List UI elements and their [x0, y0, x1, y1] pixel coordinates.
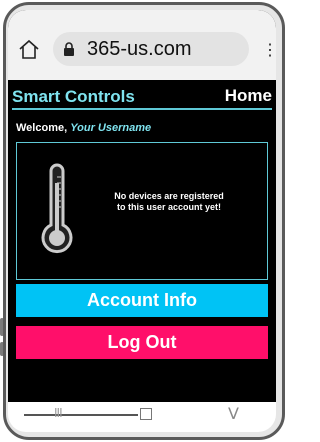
url-field[interactable]: 365-us.com: [53, 32, 249, 66]
no-devices-line-2: to this user account yet!: [116, 202, 222, 212]
no-devices-message: No devices are registered to this user a…: [79, 191, 259, 213]
nav-divider: [24, 414, 138, 416]
welcome-message: Welcome, Your Username: [16, 122, 151, 134]
home-icon[interactable]: [18, 38, 40, 60]
thermometer-icon: [41, 163, 73, 254]
account-info-button[interactable]: Account Info: [16, 284, 268, 317]
lock-icon: [64, 42, 74, 56]
home-link[interactable]: Home: [225, 86, 272, 106]
app-header: Smart Controls Home: [12, 86, 272, 110]
app-title: Smart Controls: [12, 87, 135, 106]
device-panel: No devices are registered to this user a…: [16, 142, 268, 280]
url-text: 365-us.com: [87, 38, 192, 60]
more-menu-icon[interactable]: ⋮: [262, 42, 276, 60]
browser-address-bar: 365-us.com ⋮: [8, 10, 276, 80]
screen: 365-us.com ⋮ Smart Controls Home Welcome…: [8, 10, 276, 402]
welcome-label: Welcome,: [16, 122, 71, 134]
recent-apps-icon[interactable]: III: [54, 406, 63, 420]
home-square-icon[interactable]: [140, 408, 152, 420]
no-devices-line-1: No devices are registered: [114, 191, 224, 201]
phone-frame: 365-us.com ⋮ Smart Controls Home Welcome…: [0, 0, 289, 442]
back-chevron-icon[interactable]: V: [228, 404, 239, 423]
log-out-button[interactable]: Log Out: [16, 326, 268, 359]
username: Your Username: [70, 122, 152, 134]
navigation-bar: III V: [8, 402, 276, 432]
